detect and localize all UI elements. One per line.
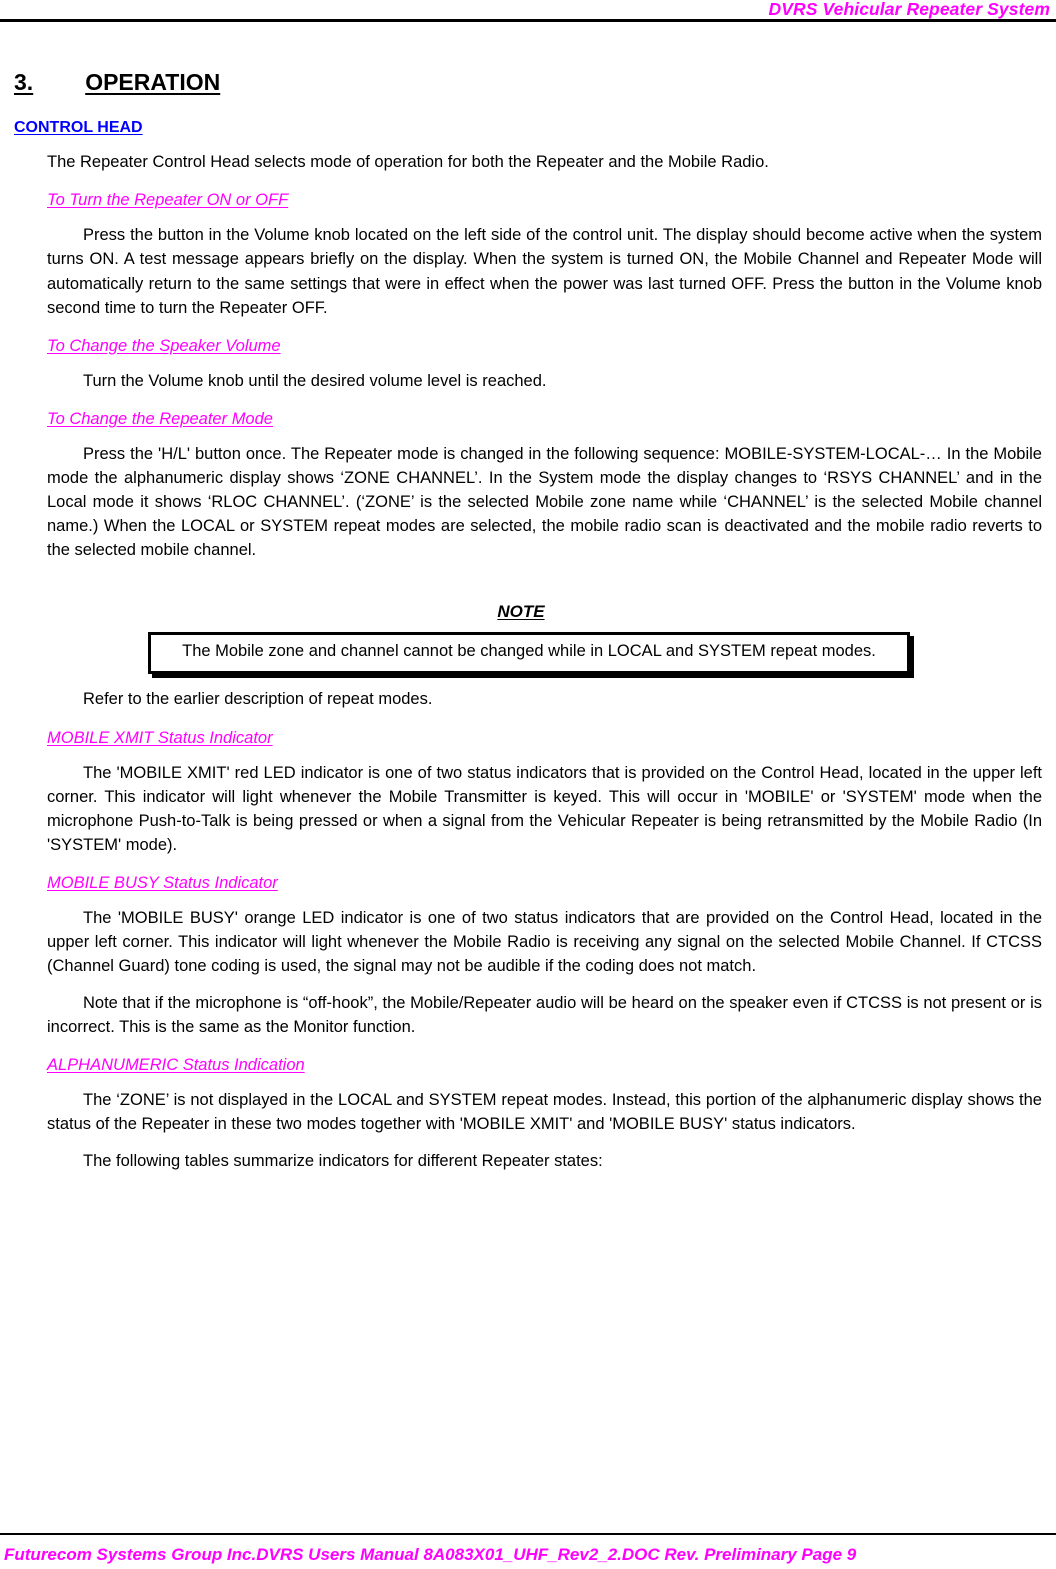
- document-page: DVRS Vehicular Repeater System 3. OPERATI…: [0, 0, 1056, 1569]
- note-label: NOTE: [0, 602, 1056, 622]
- subheading-alphanumeric-text: ALPHANUMERIC Status Indication: [47, 1056, 305, 1075]
- header-title: DVRS Vehicular Repeater System: [768, 0, 1050, 19]
- footer-text: Futurecom Systems Group Inc.DVRS Users M…: [4, 1545, 857, 1564]
- subheading-mobile-xmit: MOBILE XMIT Status Indicator: [0, 729, 1056, 748]
- paragraph-control-head-intro: The Repeater Control Head selects mode o…: [47, 153, 769, 172]
- subheading-speaker-volume: To Change the Speaker Volume: [0, 337, 1056, 356]
- subheading-mobile-busy: MOBILE BUSY Status Indicator: [0, 874, 1056, 893]
- subheading-control-head: CONTROL HEAD: [0, 119, 1056, 137]
- subheading-speaker-volume-text: To Change the Speaker Volume: [47, 336, 281, 355]
- paragraph-speaker-volume: Turn the Volume knob until the desired v…: [83, 371, 547, 390]
- subheading-repeater-mode: To Change the Repeater Mode: [0, 410, 1056, 429]
- note-label-text: NOTE: [497, 602, 545, 622]
- paragraph-mobile-xmit-1: The 'MOBILE XMIT' red LED indicator is o…: [47, 763, 1042, 854]
- subheading-repeater-mode-text: To Change the Repeater Mode: [47, 409, 273, 428]
- paragraph-alphanumeric-1: The ‘ZONE’ is not displayed in the LOCAL…: [47, 1091, 1042, 1134]
- subheading-turn-on-off: To Turn the Repeater ON or OFF: [0, 191, 1056, 210]
- section-heading: 3. OPERATION: [0, 69, 1056, 95]
- paragraph-alphanumeric-2: The following tables summarize indicator…: [83, 1152, 603, 1171]
- paragraph-mobile-busy-1: The 'MOBILE BUSY' orange LED indicator i…: [47, 908, 1042, 975]
- section-title-text: OPERATION: [85, 69, 221, 95]
- paragraph-mobile-busy-2: Note that if the microphone is “off-hook…: [47, 994, 1042, 1037]
- note-box: The Mobile zone and channel cannot be ch…: [148, 632, 910, 675]
- note-callout: NOTE The Mobile zone and channel cannot …: [0, 602, 1056, 675]
- subheading-mobile-xmit-text: MOBILE XMIT Status Indicator: [47, 728, 273, 747]
- subheading-control-head-text: CONTROL HEAD: [14, 119, 143, 137]
- page-content: 3. OPERATION CONTROL HEAD The Repeater Co…: [0, 22, 1056, 1173]
- paragraph-turn-on-off: Press the button in the Volume knob loca…: [47, 226, 1042, 317]
- subheading-mobile-busy-text: MOBILE BUSY Status Indicator: [47, 873, 278, 892]
- subheading-alphanumeric: ALPHANUMERIC Status Indication: [0, 1056, 1056, 1075]
- section-number: 3.: [14, 69, 34, 95]
- paragraph-repeater-mode: Press the 'H/L' button once. The Repeate…: [47, 444, 1042, 559]
- footer-divider: [0, 1533, 1056, 1535]
- paragraph-refer-repeat-modes: Refer to the earlier description of repe…: [83, 690, 433, 709]
- page-header: DVRS Vehicular Repeater System: [0, 0, 1056, 22]
- subheading-turn-on-off-text: To Turn the Repeater ON or OFF: [47, 191, 289, 210]
